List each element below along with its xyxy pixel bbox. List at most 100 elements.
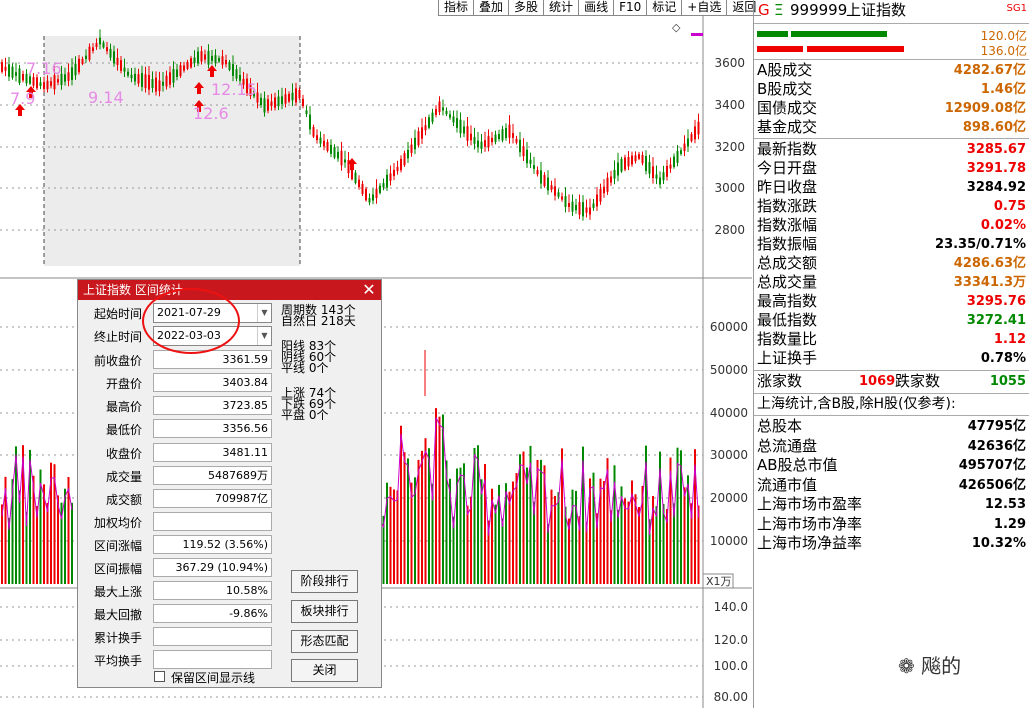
candle-body [540, 170, 542, 184]
candle-body [508, 124, 511, 138]
candle-body [323, 140, 325, 147]
toolbar-overlay[interactable]: 叠加 [473, 0, 509, 16]
stats-row: 上海市场市净率 1.29 [754, 515, 1029, 534]
candle-body [407, 149, 409, 159]
candle-body [554, 186, 556, 196]
chevron-down-icon[interactable]: ▼ [257, 304, 271, 322]
candle-body [186, 61, 189, 69]
candle-body [456, 118, 458, 128]
stats-row-label: 上海市场市盈率 [757, 495, 863, 513]
dialog-field-value: 3481.11 [153, 443, 272, 462]
stats-row-value: 495707亿 [958, 458, 1026, 473]
volume-bar [512, 481, 514, 584]
volume-bar [393, 489, 395, 584]
candle-body [428, 117, 430, 128]
quote-row-label: B股成交 [757, 80, 813, 98]
chevron-down-icon[interactable]: ▼ [257, 327, 271, 345]
down-count-value: 1055 [989, 374, 1026, 389]
volume-bar [396, 490, 399, 584]
candle-body [358, 179, 360, 188]
candle-body [134, 73, 136, 82]
toolbar-indicator[interactable]: 指标 [438, 0, 474, 16]
toolbar-statistics[interactable]: 统计 [543, 0, 579, 16]
quote-row-label: 指数涨跌 [757, 197, 818, 215]
candle-body [589, 207, 591, 215]
dialog-field-label: 成交额 [105, 493, 142, 507]
chart-annotation: 9.14 [88, 88, 124, 107]
price-tick: 3600 [714, 56, 745, 70]
candle-body [533, 165, 535, 169]
candle-body [179, 65, 182, 77]
candle-body [4, 66, 7, 71]
candle-body [417, 131, 420, 146]
dialog-field-label: 最低价 [105, 423, 142, 437]
candle-body [99, 37, 101, 45]
stats-row-value: 426506亿 [958, 477, 1026, 493]
candle-body [32, 77, 35, 86]
candle-body [36, 77, 38, 89]
candle-body [568, 203, 570, 207]
price-tick: 3200 [714, 140, 745, 154]
candle-body [631, 155, 633, 165]
toolbar-f10[interactable]: F10 [613, 0, 647, 16]
candle-body [645, 156, 647, 171]
quote-row-value: 3291.78 [966, 161, 1026, 176]
quote-row-value: 3284.92 [966, 180, 1026, 195]
dialog-field-value: 10.58% [153, 581, 272, 600]
candle-body [515, 138, 518, 143]
candle-body [22, 74, 24, 81]
toolbar-mark[interactable]: 标记 [646, 0, 682, 16]
dialog-title-bar[interactable]: 上证指数 区间统计 ✕ [78, 280, 381, 300]
candle-body [274, 97, 276, 108]
toolbar-multi-stock[interactable]: 多股 [508, 0, 544, 16]
dialog-field-label: 最大上涨 [93, 585, 142, 599]
stage-rank-button[interactable]: 阶段排行 [291, 570, 358, 593]
toolbar-draw-line[interactable]: 画线 [578, 0, 614, 16]
candle-body [596, 194, 598, 207]
keep-lines-checkbox[interactable] [154, 671, 165, 682]
candle-body [606, 177, 609, 192]
menu-icon[interactable]: Ξ [774, 0, 783, 20]
quote-row: 指数涨跌 0.75 [754, 197, 1029, 216]
pattern-match-button[interactable]: 形态匹配 [291, 630, 358, 653]
candle-body [473, 137, 476, 144]
candle-body [421, 127, 423, 139]
candle-body [344, 159, 346, 163]
candle-body [211, 55, 213, 61]
candle-body [337, 151, 339, 159]
candle-body [85, 55, 87, 59]
candle-body [582, 202, 584, 217]
candle-body [463, 126, 465, 134]
candle-body [519, 139, 521, 153]
dialog-field-value [153, 512, 272, 531]
interval-shade [44, 36, 300, 266]
candle-body [102, 42, 105, 48]
quote-row: 最高指数 3295.76 [754, 292, 1029, 311]
volume-bar [627, 501, 630, 584]
candle-body [221, 56, 224, 65]
candle-body [333, 147, 336, 158]
toolbar-add-watchlist[interactable]: +自选 [681, 0, 727, 16]
candle-body [575, 204, 577, 211]
candle-body [165, 75, 168, 87]
candle-body [235, 69, 238, 79]
sector-rank-button[interactable]: 板块排行 [291, 600, 358, 623]
candle-body [46, 80, 49, 90]
quote-row-label: 总成交量 [757, 273, 818, 291]
close-icon[interactable]: ✕ [360, 281, 378, 299]
volume-ma [379, 417, 699, 536]
candle-body [610, 176, 612, 183]
candle-body [326, 141, 329, 151]
dialog-field-value [153, 627, 272, 646]
candle-body [526, 149, 528, 164]
candle-body [694, 126, 696, 140]
close-button[interactable]: 关闭 [291, 659, 358, 682]
quote-row-label: A股成交 [757, 61, 813, 79]
quote-row: 今日开盘 3291.78 [754, 159, 1029, 178]
candle-body [487, 136, 490, 148]
candle-body [403, 153, 406, 166]
volume-unit: X1万 [706, 575, 732, 588]
quote-row: 基金成交 898.60亿 [754, 118, 1029, 137]
volume-bar [638, 506, 640, 584]
chart-annotation: 12.6 [193, 104, 229, 123]
